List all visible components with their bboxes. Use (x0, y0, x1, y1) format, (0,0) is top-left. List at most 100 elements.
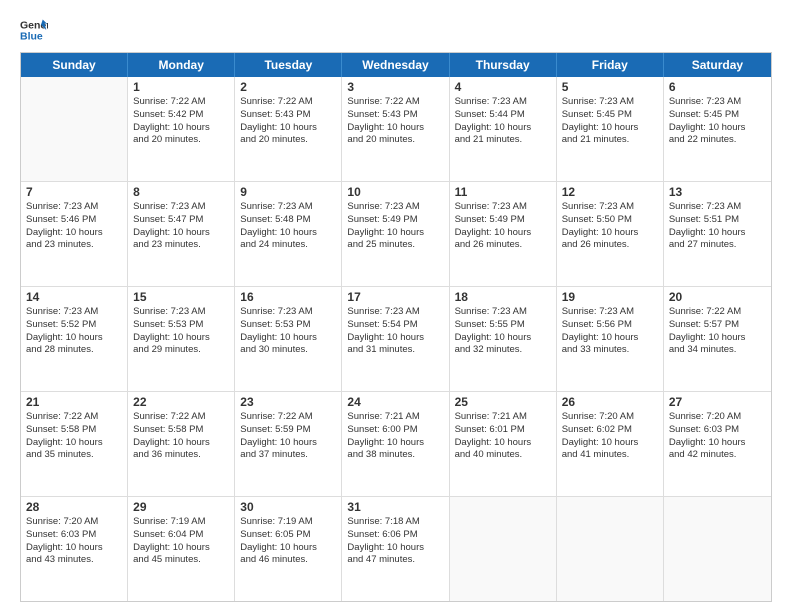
day-info: Sunrise: 7:23 AM Sunset: 5:56 PM Dayligh… (562, 306, 658, 357)
day-number: 9 (240, 185, 336, 199)
logo-icon: General Blue (20, 16, 48, 44)
day-number: 15 (133, 290, 229, 304)
calendar-week-2: 7 Sunrise: 7:23 AM Sunset: 5:46 PM Dayli… (21, 182, 771, 287)
day-info: Sunrise: 7:22 AM Sunset: 5:59 PM Dayligh… (240, 411, 336, 462)
header-day-saturday: Saturday (664, 53, 771, 77)
day-cell-18: 18 Sunrise: 7:23 AM Sunset: 5:55 PM Dayl… (450, 287, 557, 391)
day-number: 14 (26, 290, 122, 304)
day-number: 13 (669, 185, 766, 199)
day-info: Sunrise: 7:22 AM Sunset: 5:58 PM Dayligh… (26, 411, 122, 462)
day-number: 31 (347, 500, 443, 514)
day-info: Sunrise: 7:23 AM Sunset: 5:53 PM Dayligh… (133, 306, 229, 357)
day-number: 11 (455, 185, 551, 199)
calendar-header-row: SundayMondayTuesdayWednesdayThursdayFrid… (21, 53, 771, 77)
day-cell-4: 4 Sunrise: 7:23 AM Sunset: 5:44 PM Dayli… (450, 77, 557, 181)
day-info: Sunrise: 7:23 AM Sunset: 5:50 PM Dayligh… (562, 201, 658, 252)
day-number: 3 (347, 80, 443, 94)
day-number: 12 (562, 185, 658, 199)
day-cell-1: 1 Sunrise: 7:22 AM Sunset: 5:42 PM Dayli… (128, 77, 235, 181)
day-info: Sunrise: 7:23 AM Sunset: 5:55 PM Dayligh… (455, 306, 551, 357)
day-info: Sunrise: 7:20 AM Sunset: 6:03 PM Dayligh… (669, 411, 766, 462)
logo: General Blue (20, 16, 56, 44)
day-number: 26 (562, 395, 658, 409)
day-number: 27 (669, 395, 766, 409)
day-info: Sunrise: 7:23 AM Sunset: 5:52 PM Dayligh… (26, 306, 122, 357)
day-cell-11: 11 Sunrise: 7:23 AM Sunset: 5:49 PM Dayl… (450, 182, 557, 286)
day-cell-3: 3 Sunrise: 7:22 AM Sunset: 5:43 PM Dayli… (342, 77, 449, 181)
day-cell-24: 24 Sunrise: 7:21 AM Sunset: 6:00 PM Dayl… (342, 392, 449, 496)
calendar-week-3: 14 Sunrise: 7:23 AM Sunset: 5:52 PM Dayl… (21, 287, 771, 392)
day-cell-19: 19 Sunrise: 7:23 AM Sunset: 5:56 PM Dayl… (557, 287, 664, 391)
day-cell-8: 8 Sunrise: 7:23 AM Sunset: 5:47 PM Dayli… (128, 182, 235, 286)
day-number: 2 (240, 80, 336, 94)
day-number: 21 (26, 395, 122, 409)
day-cell-16: 16 Sunrise: 7:23 AM Sunset: 5:53 PM Dayl… (235, 287, 342, 391)
header-day-monday: Monday (128, 53, 235, 77)
day-info: Sunrise: 7:22 AM Sunset: 5:43 PM Dayligh… (347, 96, 443, 147)
day-number: 28 (26, 500, 122, 514)
day-cell-17: 17 Sunrise: 7:23 AM Sunset: 5:54 PM Dayl… (342, 287, 449, 391)
day-info: Sunrise: 7:23 AM Sunset: 5:44 PM Dayligh… (455, 96, 551, 147)
day-number: 16 (240, 290, 336, 304)
empty-cell (664, 497, 771, 601)
calendar-week-1: 1 Sunrise: 7:22 AM Sunset: 5:42 PM Dayli… (21, 77, 771, 182)
day-info: Sunrise: 7:23 AM Sunset: 5:47 PM Dayligh… (133, 201, 229, 252)
day-cell-9: 9 Sunrise: 7:23 AM Sunset: 5:48 PM Dayli… (235, 182, 342, 286)
day-info: Sunrise: 7:23 AM Sunset: 5:45 PM Dayligh… (562, 96, 658, 147)
calendar: SundayMondayTuesdayWednesdayThursdayFrid… (20, 52, 772, 602)
page: General Blue SundayMondayTuesdayWednesda… (0, 0, 792, 612)
day-number: 25 (455, 395, 551, 409)
day-cell-25: 25 Sunrise: 7:21 AM Sunset: 6:01 PM Dayl… (450, 392, 557, 496)
day-info: Sunrise: 7:23 AM Sunset: 5:49 PM Dayligh… (347, 201, 443, 252)
header-day-thursday: Thursday (450, 53, 557, 77)
day-cell-15: 15 Sunrise: 7:23 AM Sunset: 5:53 PM Dayl… (128, 287, 235, 391)
day-info: Sunrise: 7:23 AM Sunset: 5:49 PM Dayligh… (455, 201, 551, 252)
day-cell-14: 14 Sunrise: 7:23 AM Sunset: 5:52 PM Dayl… (21, 287, 128, 391)
day-info: Sunrise: 7:20 AM Sunset: 6:02 PM Dayligh… (562, 411, 658, 462)
day-info: Sunrise: 7:22 AM Sunset: 5:42 PM Dayligh… (133, 96, 229, 147)
day-number: 20 (669, 290, 766, 304)
empty-cell (21, 77, 128, 181)
header-day-friday: Friday (557, 53, 664, 77)
day-info: Sunrise: 7:19 AM Sunset: 6:04 PM Dayligh… (133, 516, 229, 567)
day-cell-13: 13 Sunrise: 7:23 AM Sunset: 5:51 PM Dayl… (664, 182, 771, 286)
empty-cell (557, 497, 664, 601)
day-info: Sunrise: 7:23 AM Sunset: 5:51 PM Dayligh… (669, 201, 766, 252)
day-info: Sunrise: 7:22 AM Sunset: 5:43 PM Dayligh… (240, 96, 336, 147)
day-number: 17 (347, 290, 443, 304)
day-info: Sunrise: 7:23 AM Sunset: 5:45 PM Dayligh… (669, 96, 766, 147)
day-info: Sunrise: 7:19 AM Sunset: 6:05 PM Dayligh… (240, 516, 336, 567)
day-number: 23 (240, 395, 336, 409)
day-cell-27: 27 Sunrise: 7:20 AM Sunset: 6:03 PM Dayl… (664, 392, 771, 496)
calendar-body: 1 Sunrise: 7:22 AM Sunset: 5:42 PM Dayli… (21, 77, 771, 601)
day-number: 29 (133, 500, 229, 514)
day-info: Sunrise: 7:20 AM Sunset: 6:03 PM Dayligh… (26, 516, 122, 567)
header: General Blue (20, 16, 772, 44)
header-day-wednesday: Wednesday (342, 53, 449, 77)
day-cell-29: 29 Sunrise: 7:19 AM Sunset: 6:04 PM Dayl… (128, 497, 235, 601)
day-info: Sunrise: 7:21 AM Sunset: 6:01 PM Dayligh… (455, 411, 551, 462)
day-cell-20: 20 Sunrise: 7:22 AM Sunset: 5:57 PM Dayl… (664, 287, 771, 391)
day-number: 4 (455, 80, 551, 94)
day-cell-23: 23 Sunrise: 7:22 AM Sunset: 5:59 PM Dayl… (235, 392, 342, 496)
day-cell-7: 7 Sunrise: 7:23 AM Sunset: 5:46 PM Dayli… (21, 182, 128, 286)
day-cell-12: 12 Sunrise: 7:23 AM Sunset: 5:50 PM Dayl… (557, 182, 664, 286)
day-cell-26: 26 Sunrise: 7:20 AM Sunset: 6:02 PM Dayl… (557, 392, 664, 496)
day-info: Sunrise: 7:23 AM Sunset: 5:46 PM Dayligh… (26, 201, 122, 252)
day-cell-10: 10 Sunrise: 7:23 AM Sunset: 5:49 PM Dayl… (342, 182, 449, 286)
day-number: 5 (562, 80, 658, 94)
day-cell-28: 28 Sunrise: 7:20 AM Sunset: 6:03 PM Dayl… (21, 497, 128, 601)
day-cell-6: 6 Sunrise: 7:23 AM Sunset: 5:45 PM Dayli… (664, 77, 771, 181)
day-info: Sunrise: 7:22 AM Sunset: 5:58 PM Dayligh… (133, 411, 229, 462)
day-cell-30: 30 Sunrise: 7:19 AM Sunset: 6:05 PM Dayl… (235, 497, 342, 601)
day-cell-22: 22 Sunrise: 7:22 AM Sunset: 5:58 PM Dayl… (128, 392, 235, 496)
day-number: 6 (669, 80, 766, 94)
svg-text:Blue: Blue (20, 31, 43, 43)
day-cell-5: 5 Sunrise: 7:23 AM Sunset: 5:45 PM Dayli… (557, 77, 664, 181)
day-number: 22 (133, 395, 229, 409)
calendar-week-4: 21 Sunrise: 7:22 AM Sunset: 5:58 PM Dayl… (21, 392, 771, 497)
day-info: Sunrise: 7:18 AM Sunset: 6:06 PM Dayligh… (347, 516, 443, 567)
day-number: 24 (347, 395, 443, 409)
day-cell-21: 21 Sunrise: 7:22 AM Sunset: 5:58 PM Dayl… (21, 392, 128, 496)
header-day-sunday: Sunday (21, 53, 128, 77)
